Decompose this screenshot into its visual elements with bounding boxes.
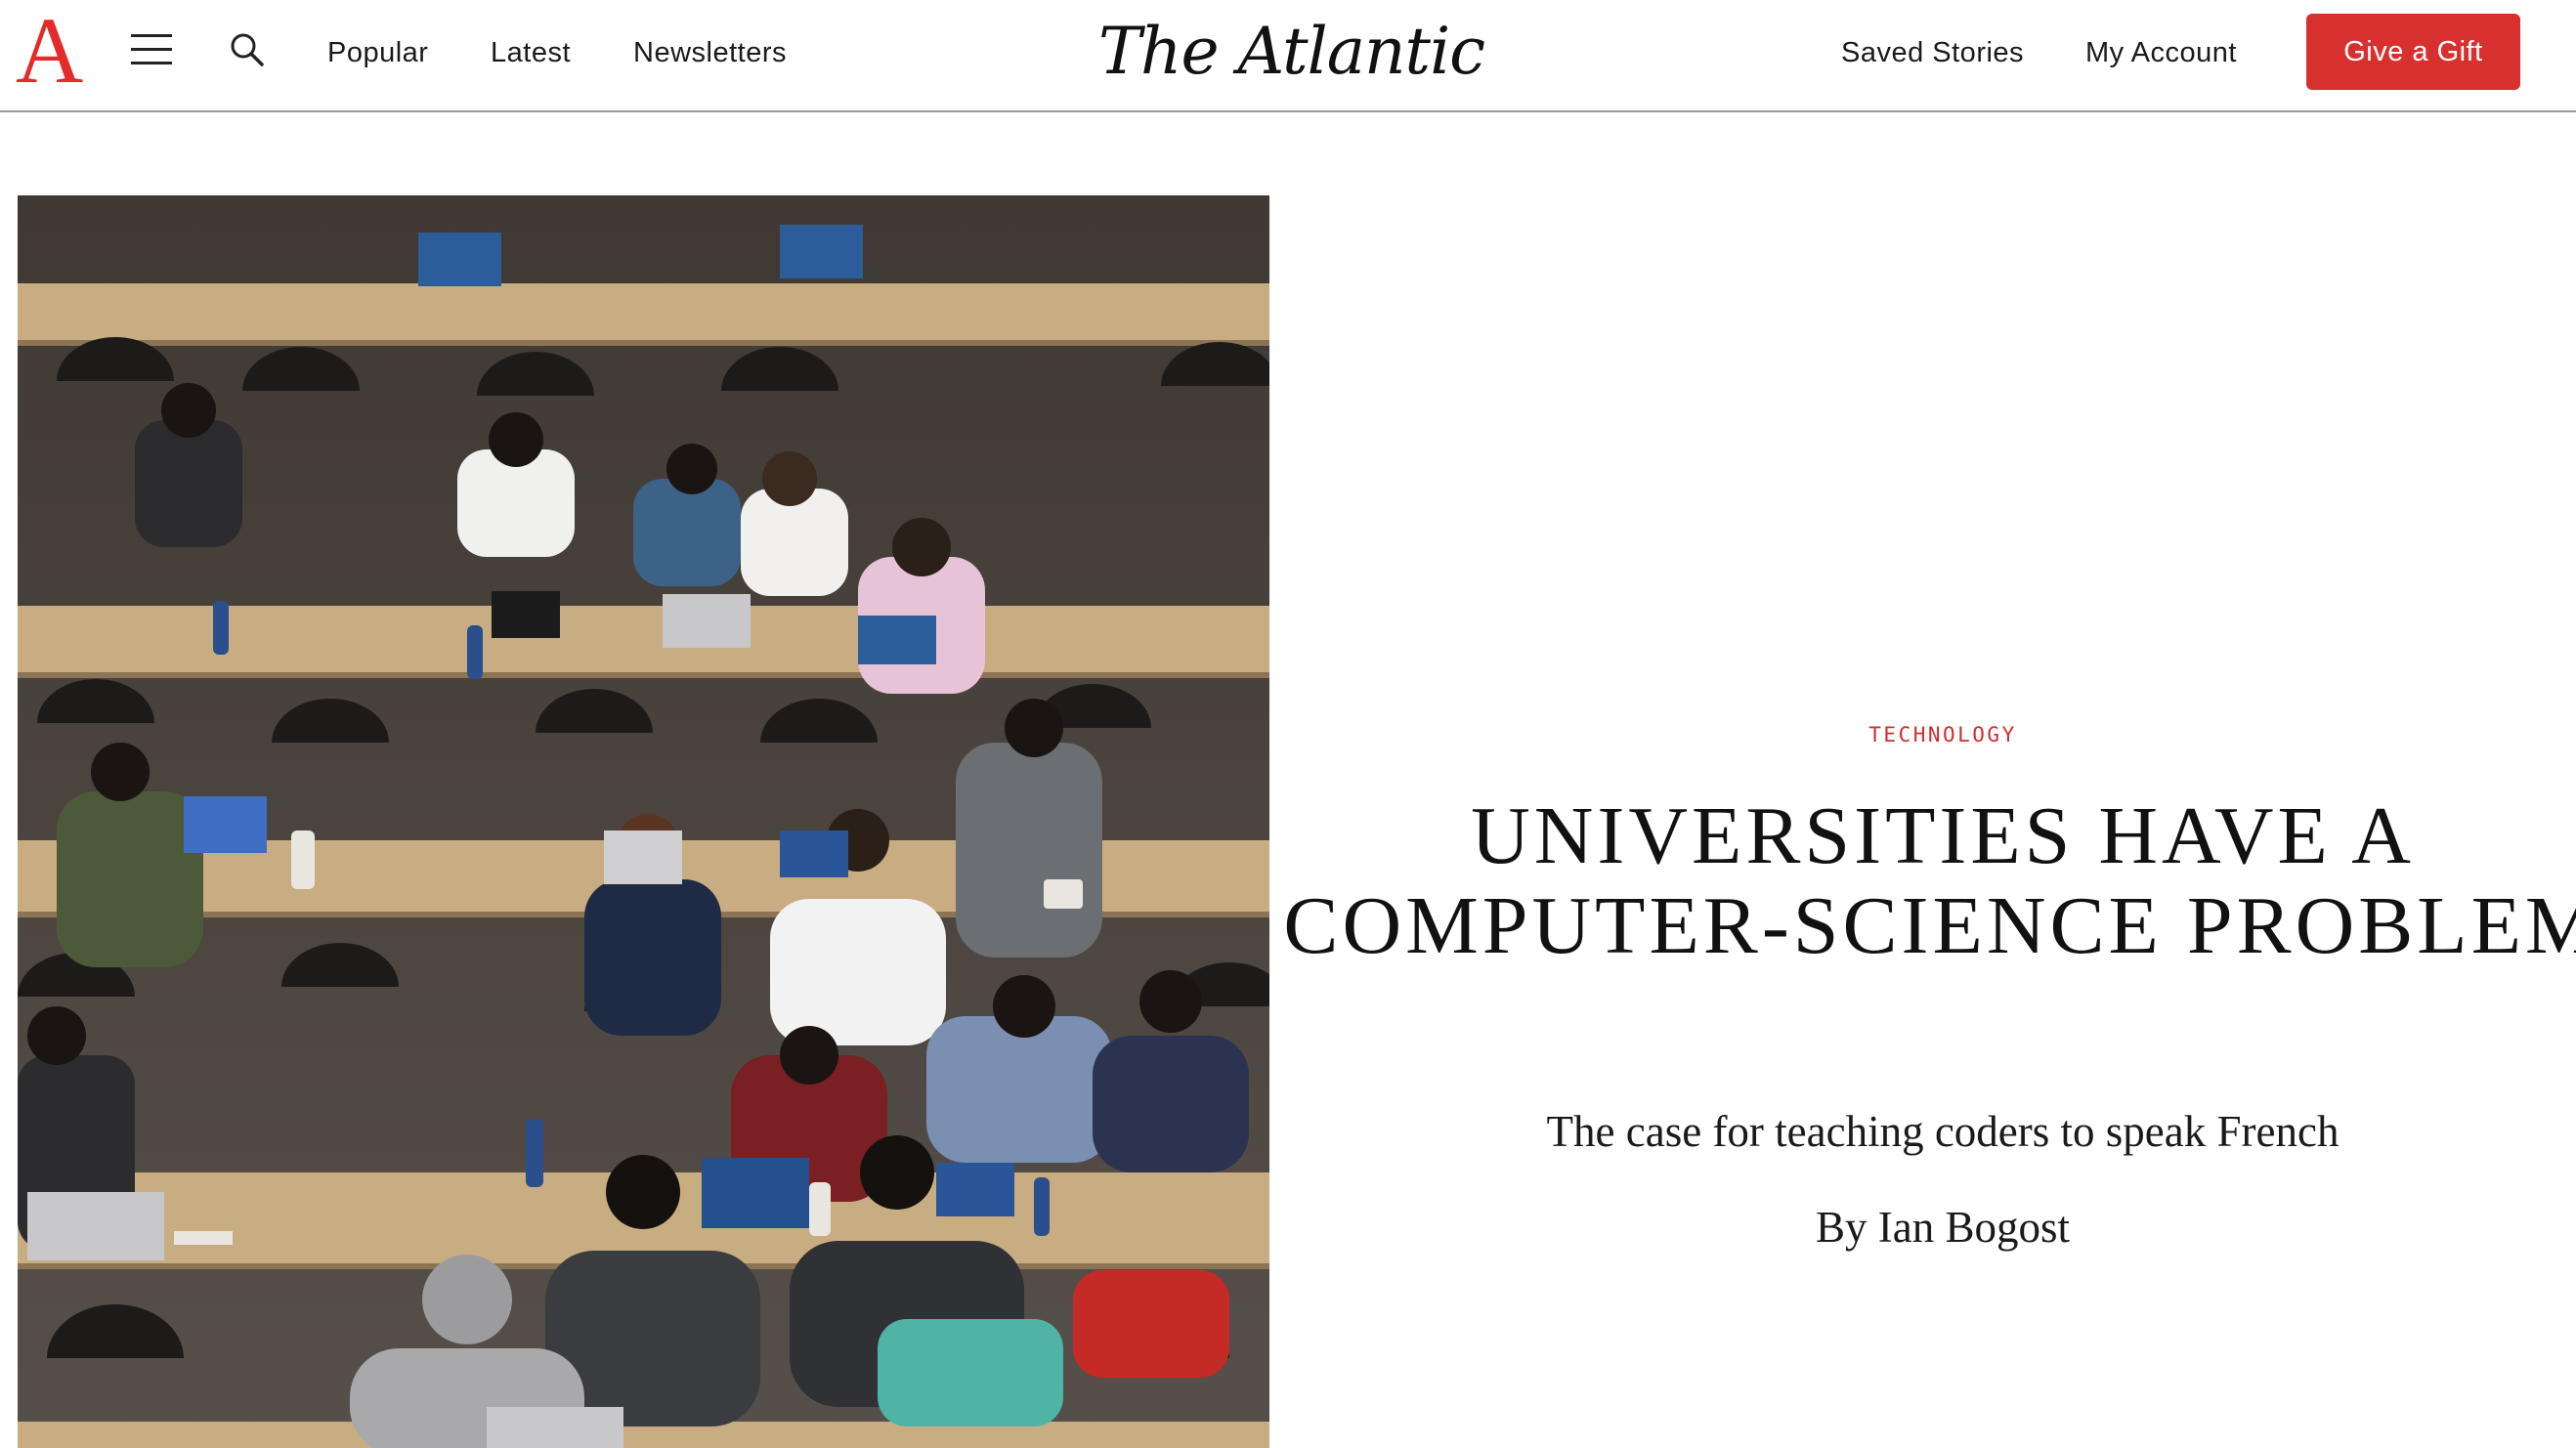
hero-photo bbox=[18, 195, 1269, 1448]
article-subtitle: The case for teaching coders to speak Fr… bbox=[1546, 1107, 2340, 1156]
author-byline[interactable]: By Ian Bogost bbox=[1270, 1200, 2576, 1255]
nav-popular[interactable]: Popular bbox=[327, 35, 428, 70]
nav-latest[interactable]: Latest bbox=[491, 35, 571, 70]
section-label[interactable]: TECHNOLOGY bbox=[1270, 723, 2576, 746]
site-header: A Popular Latest Newsletters The Atlanti… bbox=[0, 0, 2576, 112]
site-title[interactable]: The Atlantic bbox=[1098, 10, 1485, 94]
atlantic-logo[interactable]: A bbox=[16, 4, 83, 98]
give-a-gift-button[interactable]: Give a Gift bbox=[2306, 14, 2520, 90]
nav-newsletters[interactable]: Newsletters bbox=[633, 35, 787, 70]
article-headline: UNIVERSITIES HAVE A COMPUTER-SCIENCE PRO… bbox=[1283, 790, 2576, 971]
saved-stories-link[interactable]: Saved Stories bbox=[1841, 35, 2024, 70]
search-icon[interactable] bbox=[229, 31, 268, 70]
hamburger-menu-icon[interactable] bbox=[131, 34, 172, 67]
my-account-link[interactable]: My Account bbox=[2085, 35, 2237, 70]
hackathon-photo-illustration bbox=[18, 195, 1269, 1448]
